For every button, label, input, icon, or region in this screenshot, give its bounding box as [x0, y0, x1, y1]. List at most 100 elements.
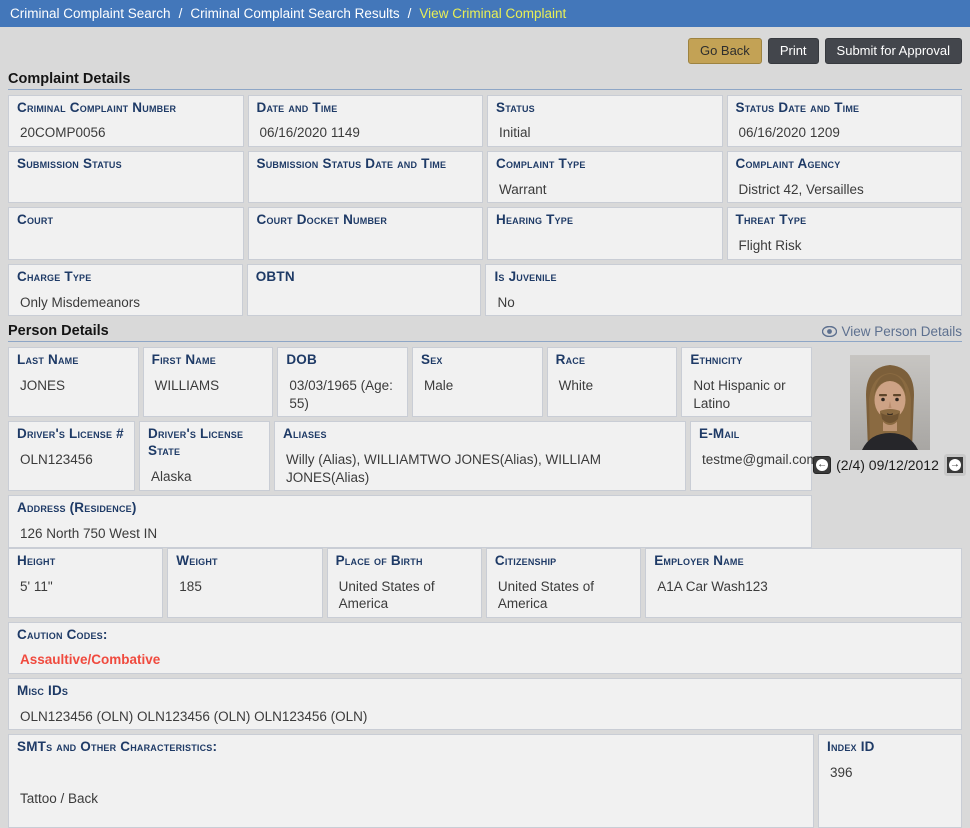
- person-row-2: Driver's License # OLN123456 Driver's Li…: [8, 421, 812, 491]
- complaint-details-header: Complaint Details: [8, 71, 962, 87]
- field-address-residence: Address (Residence) 126 North 750 West I…: [8, 495, 812, 547]
- field-value: 20COMP0056: [20, 124, 235, 142]
- field-label: Criminal Complaint Number: [17, 100, 235, 117]
- photo-navigation: ← (2/4) 09/12/2012 →: [813, 454, 966, 476]
- person-details-header: Person Details View Person Details: [8, 323, 962, 339]
- field-label: Employer Name: [654, 553, 953, 570]
- section-divider: [8, 341, 962, 342]
- field-value: 185: [179, 578, 313, 596]
- field-value: 06/16/2020 1209: [739, 124, 954, 142]
- field-value: United States of America: [498, 578, 632, 613]
- field-complaint-type: Complaint Type Warrant: [487, 151, 723, 203]
- field-label: Submission Status Date and Time: [257, 156, 475, 173]
- submit-for-approval-button[interactable]: Submit for Approval: [825, 38, 962, 64]
- field-status: Status Initial: [487, 95, 723, 147]
- section-divider: [8, 89, 962, 90]
- field-label: Caution Codes:: [17, 627, 953, 644]
- field-label: First Name: [152, 352, 265, 369]
- field-first-name: First Name WILLIAMS: [143, 347, 274, 417]
- field-label: Status: [496, 100, 714, 117]
- field-date-and-time: Date and Time 06/16/2020 1149: [248, 95, 484, 147]
- field-label: Aliases: [283, 426, 677, 443]
- field-label: Misc IDs: [17, 683, 953, 700]
- field-height: Height 5' 11": [8, 548, 163, 618]
- field-hearing-type: Hearing Type: [487, 207, 723, 259]
- field-court: Court: [8, 207, 244, 259]
- field-label: Weight: [176, 553, 313, 570]
- field-value: 06/16/2020 1149: [260, 124, 475, 142]
- field-value: Tattoo / Back: [20, 790, 805, 808]
- field-label: DOB: [286, 352, 399, 369]
- field-label: Status Date and Time: [736, 100, 954, 117]
- field-complaint-agency: Complaint Agency District 42, Versailles: [727, 151, 963, 203]
- print-button[interactable]: Print: [768, 38, 819, 64]
- breadcrumb-separator: /: [179, 6, 183, 21]
- field-label: Driver's License #: [17, 426, 126, 443]
- field-label: Driver's License State: [148, 426, 261, 460]
- field-label: OBTN: [256, 269, 473, 286]
- field-label: E-Mail: [699, 426, 803, 443]
- field-value: WILLIAMS: [155, 377, 265, 395]
- go-back-button[interactable]: Go Back: [688, 38, 762, 64]
- field-value: testme@gmail.com: [702, 451, 803, 469]
- field-citizenship: Citizenship United States of America: [486, 548, 641, 618]
- view-person-details-link[interactable]: View Person Details: [822, 324, 962, 339]
- field-dob: DOB 03/03/1965 (Age: 55): [277, 347, 408, 417]
- field-court-docket-number: Court Docket Number: [248, 207, 484, 259]
- field-label: Is Juvenile: [494, 269, 953, 286]
- left-arrow-icon: ←: [816, 459, 828, 471]
- field-value: JONES: [20, 377, 130, 395]
- field-value: No: [497, 294, 953, 312]
- photo-caption: (2/4) 09/12/2012: [836, 457, 939, 473]
- field-place-of-birth: Place of Birth United States of America: [327, 548, 482, 618]
- field-value: 03/03/1965 (Age: 55): [289, 377, 399, 412]
- breadcrumb-separator: /: [408, 6, 412, 21]
- field-label: Hearing Type: [496, 212, 714, 229]
- field-submission-status-date-and-time: Submission Status Date and Time: [248, 151, 484, 203]
- field-label: Index ID: [827, 739, 953, 756]
- field-label: Complaint Type: [496, 156, 714, 173]
- field-index-id: Index ID 396: [818, 734, 962, 828]
- field-label: Race: [556, 352, 669, 369]
- field-label: Submission Status: [17, 156, 235, 173]
- breadcrumb: Criminal Complaint Search / Criminal Com…: [0, 0, 970, 27]
- field-label: Citizenship: [495, 553, 632, 570]
- person-details-title: Person Details: [8, 323, 109, 339]
- field-label: Date and Time: [257, 100, 475, 117]
- field-value: 5' 11": [20, 578, 154, 596]
- field-value: District 42, Versailles: [739, 181, 954, 199]
- field-misc-ids: Misc IDs OLN123456 (OLN) OLN123456 (OLN)…: [8, 678, 962, 730]
- field-obtn: OBTN: [247, 264, 482, 316]
- field-smts: SMTs and Other Characteristics: Tattoo /…: [8, 734, 814, 828]
- mugshot-panel: ← (2/4) 09/12/2012 →: [817, 347, 962, 547]
- field-label: Height: [17, 553, 154, 570]
- field-ethnicity: Ethnicity Not Hispanic or Latino: [681, 347, 812, 417]
- field-employer-name: Employer Name A1A Car Wash123: [645, 548, 962, 618]
- right-arrow-icon: →: [949, 459, 961, 471]
- field-value: A1A Car Wash123: [657, 578, 953, 596]
- field-value: Willy (Alias), WILLIAMTWO JONES(Alias), …: [286, 451, 677, 486]
- complaint-row-4: Charge Type Only Misdemeanors OBTN Is Ju…: [8, 264, 962, 316]
- field-value: 126 North 750 West IN: [20, 525, 803, 543]
- field-label: Complaint Agency: [736, 156, 954, 173]
- field-value: Warrant: [499, 181, 714, 199]
- action-toolbar: Go Back Print Submit for Approval: [8, 38, 962, 64]
- field-threat-type: Threat Type Flight Risk: [727, 207, 963, 259]
- field-label: Court: [17, 212, 235, 229]
- person-row-1: Last Name JONES First Name WILLIAMS DOB …: [8, 347, 812, 417]
- field-is-juvenile: Is Juvenile No: [485, 264, 962, 316]
- breadcrumb-link-search[interactable]: Criminal Complaint Search: [10, 6, 171, 21]
- field-value: OLN123456: [20, 451, 126, 469]
- field-value: Flight Risk: [739, 237, 954, 255]
- breadcrumb-link-search-results[interactable]: Criminal Complaint Search Results: [190, 6, 399, 21]
- field-last-name: Last Name JONES: [8, 347, 139, 417]
- previous-photo-button[interactable]: ←: [813, 456, 831, 474]
- complaint-row-1: Criminal Complaint Number 20COMP0056 Dat…: [8, 95, 962, 147]
- view-person-details-label: View Person Details: [841, 324, 962, 339]
- field-charge-type: Charge Type Only Misdemeanors: [8, 264, 243, 316]
- complaint-details-title: Complaint Details: [8, 71, 130, 87]
- field-label: Court Docket Number: [257, 212, 475, 229]
- next-photo-button[interactable]: →: [944, 454, 966, 476]
- field-value: OLN123456 (OLN) OLN123456 (OLN) OLN12345…: [20, 708, 953, 726]
- field-drivers-license-state: Driver's License State Alaska: [139, 421, 270, 491]
